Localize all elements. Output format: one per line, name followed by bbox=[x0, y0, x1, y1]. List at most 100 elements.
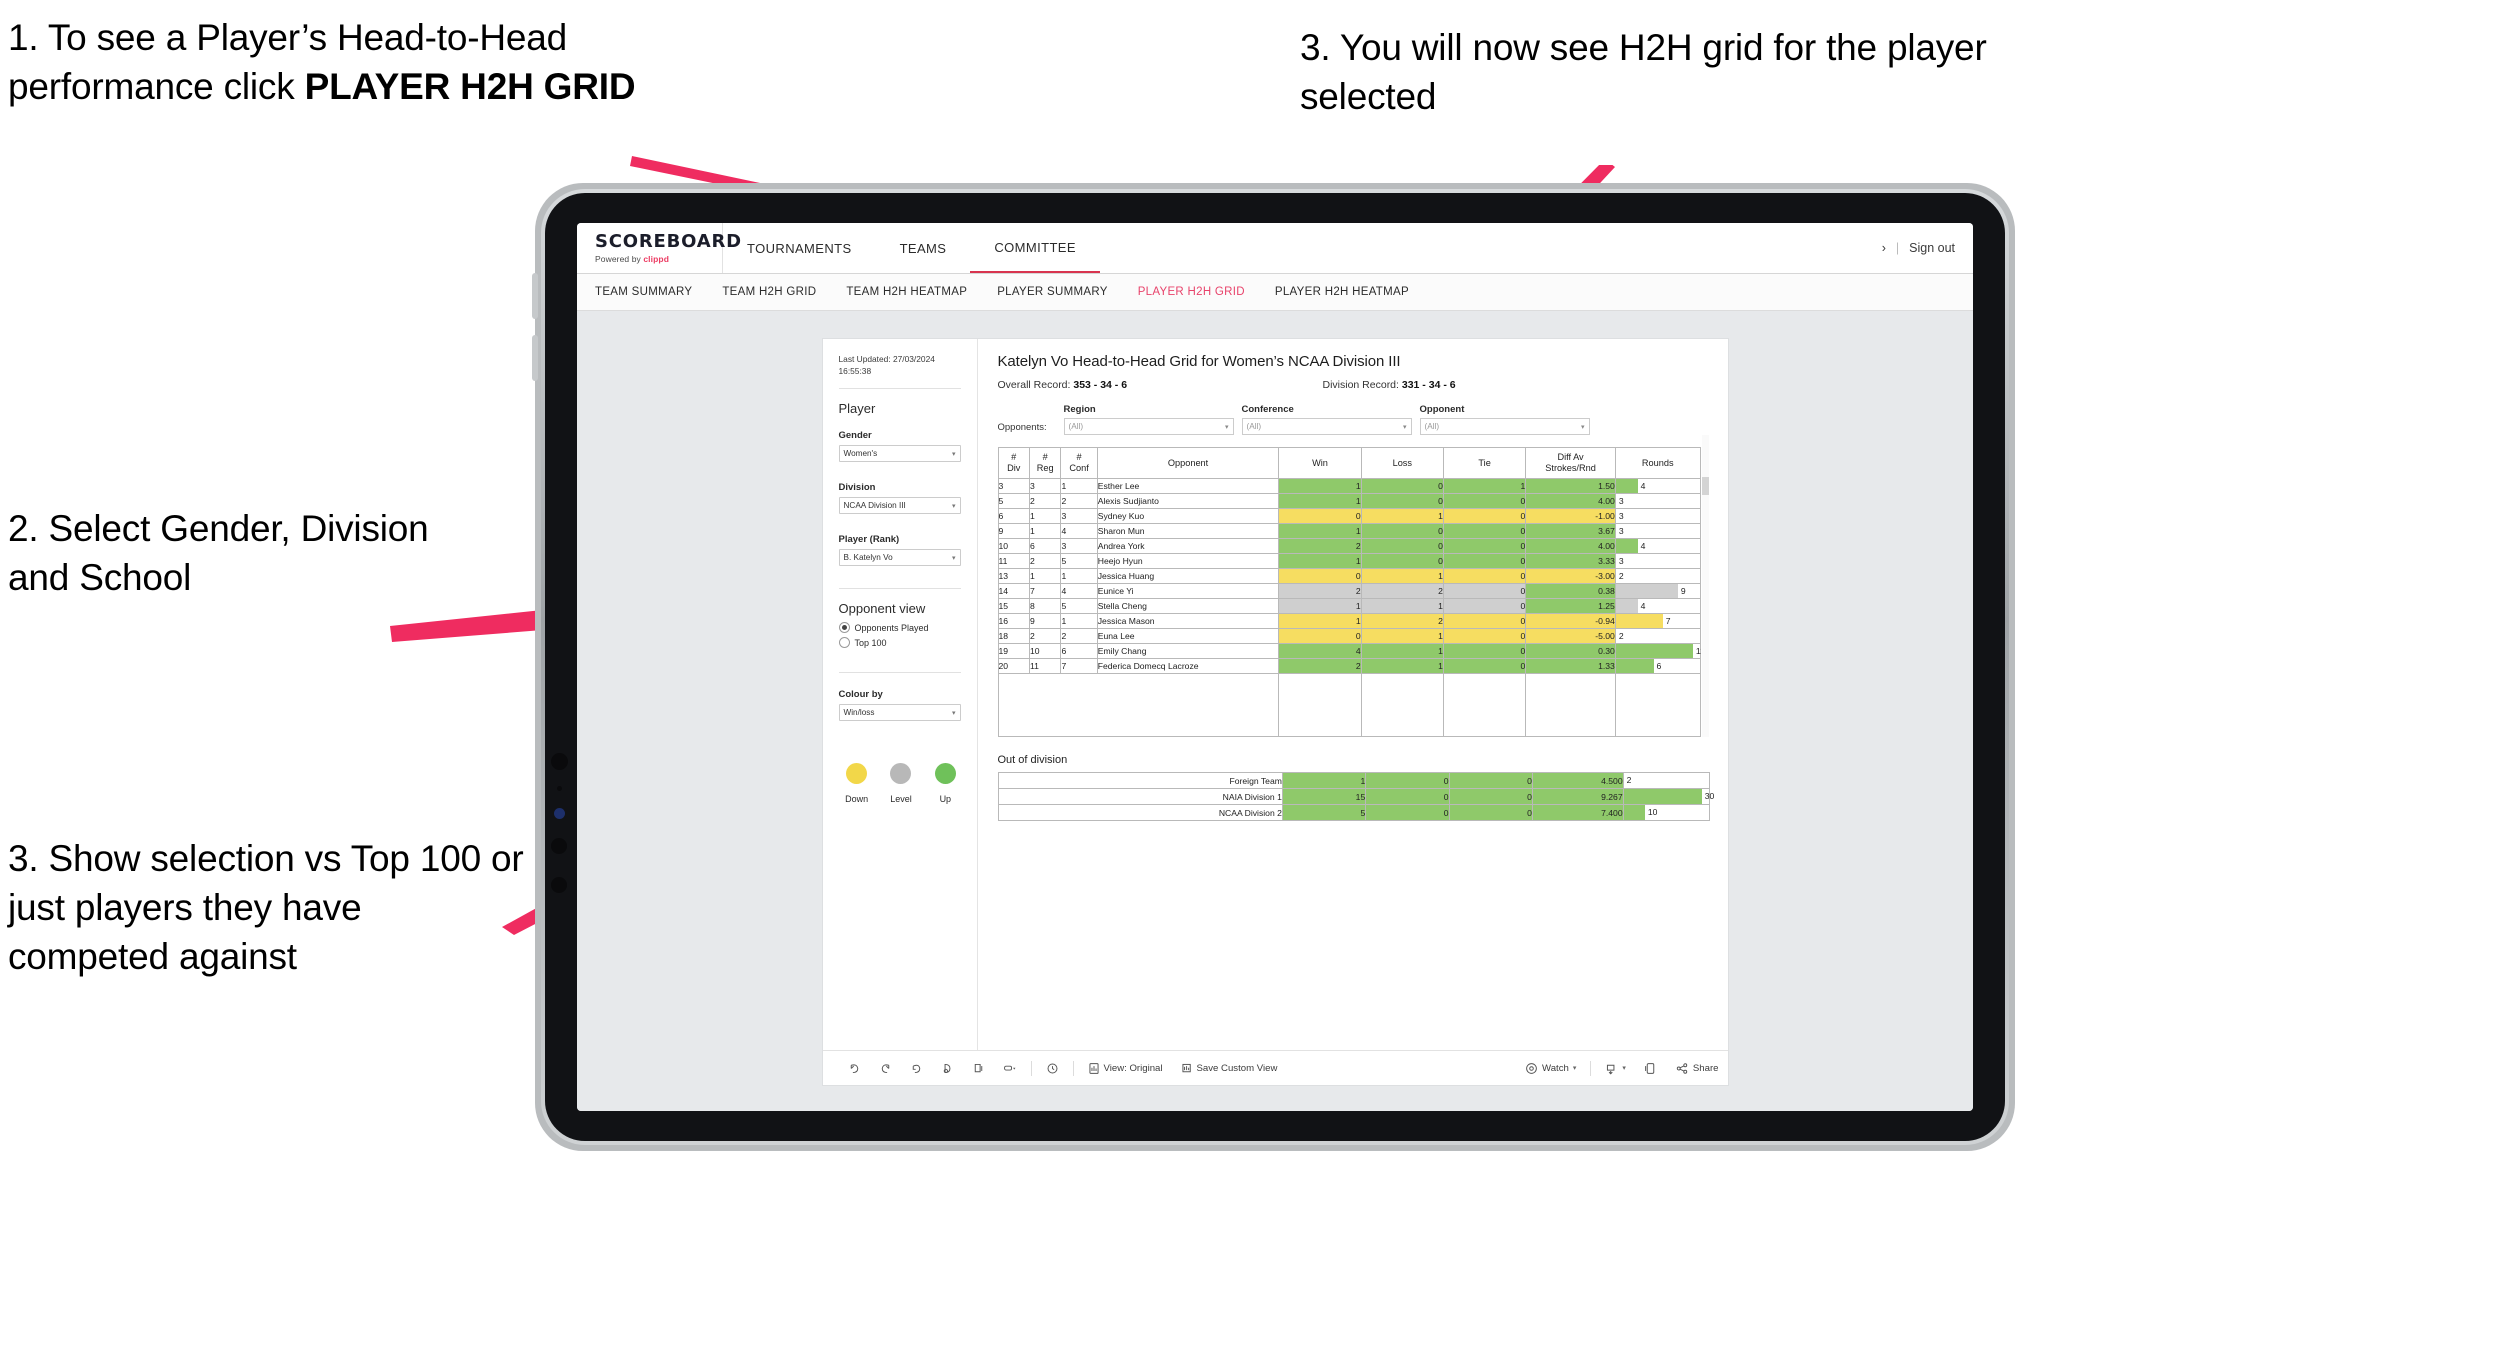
out-of-division-row[interactable]: Foreign Team 1 0 0 4.500 2 bbox=[997, 772, 1710, 789]
radio-unselected-icon bbox=[838, 637, 850, 649]
table-row[interactable]: 13 1 1 Jessica Huang 0 1 0 -3.00 2 bbox=[997, 568, 1701, 584]
table-row[interactable]: 11 2 5 Heejo Hyun 1 0 0 3.33 3 bbox=[997, 553, 1701, 569]
table-row[interactable]: 10 6 3 Andrea York 2 0 0 4.00 4 bbox=[997, 538, 1701, 554]
device-icon bbox=[1645, 1062, 1655, 1074]
cell-win: 1 bbox=[1278, 478, 1362, 494]
table-row[interactable]: 5 2 2 Alexis Sudjianto 1 0 0 4.00 3 bbox=[997, 493, 1701, 509]
cell-loss: 1 bbox=[1360, 628, 1444, 644]
table-scrollbar[interactable] bbox=[1700, 435, 1710, 737]
table-row[interactable]: 6 1 3 Sydney Kuo 0 1 0 -1.00 3 bbox=[997, 508, 1701, 524]
cell-ood-loss: 0 bbox=[1365, 772, 1450, 789]
cell-conf: 4 bbox=[1060, 583, 1098, 599]
opponents-label: Opponents: bbox=[997, 422, 1047, 433]
pause-updates-icon bbox=[974, 1063, 982, 1072]
division-label: Division bbox=[838, 482, 876, 494]
opponent-select[interactable]: (All) ▾ bbox=[1419, 418, 1590, 435]
conference-label: Conference bbox=[1241, 404, 1294, 415]
toolbar-download[interactable]: ▾ bbox=[1596, 1062, 1635, 1075]
nav-teams[interactable]: TEAMS bbox=[876, 223, 971, 273]
table-row[interactable]: 18 2 2 Euna Lee 0 1 0 -5.00 2 bbox=[997, 628, 1701, 644]
scrollbar-thumb[interactable] bbox=[1701, 477, 1709, 495]
account-chevron-icon[interactable]: › bbox=[1882, 241, 1886, 255]
cell-diff: 1.25 bbox=[1525, 598, 1616, 614]
table-row[interactable]: 19106Emily Chang4100.3011 bbox=[997, 643, 1705, 659]
subnav-player-h2h-grid[interactable]: PLAYER H2H GRID bbox=[1138, 286, 1245, 298]
col-div: # Div bbox=[997, 447, 1030, 479]
sign-out-link[interactable]: Sign out bbox=[1909, 241, 1955, 255]
gender-select[interactable]: Women's ▾ bbox=[838, 445, 961, 463]
chevron-down-icon: ▾ bbox=[951, 554, 956, 562]
cell-diff: 4.00 bbox=[1525, 493, 1616, 509]
save-view-icon bbox=[1181, 1063, 1191, 1072]
colour-by-label: Colour by bbox=[838, 689, 883, 701]
out-of-division-row[interactable]: NAIA Division 1 15 0 0 9.267 30 bbox=[997, 788, 1714, 805]
toolbar-watch[interactable]: Watch ▾ bbox=[1516, 1062, 1585, 1075]
table-row[interactable]: 14 7 4 Eunice Yi 2 2 0 0.38 9 bbox=[997, 583, 1701, 599]
table-row[interactable]: 20 11 7 Federica Domecq Lacroze 2 1 0 1.33 6 bbox=[997, 658, 1701, 674]
cell-win: 0 bbox=[1278, 508, 1362, 524]
cell-conf: 3 bbox=[1060, 538, 1098, 554]
cell-diff: 1.33 bbox=[1525, 658, 1616, 674]
toolbar-undo[interactable] bbox=[839, 1062, 870, 1075]
region-select[interactable]: (All) ▾ bbox=[1063, 418, 1234, 435]
cell-conf: 7 bbox=[1060, 658, 1098, 674]
cell-reg: 8 bbox=[1028, 598, 1062, 614]
table-row[interactable]: 16 9 1 Jessica Mason 1 2 0 -0.94 7 bbox=[997, 613, 1701, 629]
account-area: › | Sign out bbox=[1882, 241, 1973, 255]
toolbar-pause-updates[interactable] bbox=[963, 1062, 994, 1075]
alert-clock-icon bbox=[1047, 1063, 1057, 1073]
subnav-team-summary[interactable]: TEAM SUMMARY bbox=[595, 286, 692, 298]
col-rounds: Rounds bbox=[1614, 447, 1701, 479]
view-title: Katelyn Vo Head-to-Head Grid for Women’s… bbox=[997, 353, 1401, 370]
toolbar-fullscreen[interactable] bbox=[1635, 1062, 1666, 1075]
legend-swatch-up bbox=[934, 763, 956, 785]
nav-committee[interactable]: COMMITTEE bbox=[970, 223, 1100, 273]
toolbar-share-label: Share bbox=[1692, 1062, 1719, 1074]
toolbar-alerts[interactable] bbox=[1037, 1062, 1068, 1075]
brand-logo[interactable]: SCOREBOARD Powered by clippd bbox=[577, 223, 741, 273]
radio-selected-icon bbox=[838, 622, 850, 634]
cell-conf: 1 bbox=[1060, 478, 1098, 494]
cell-conf: 5 bbox=[1060, 553, 1098, 569]
cell-opponent: Federica Domecq Lacroze bbox=[1096, 658, 1280, 674]
cell-ood-tie: 0 bbox=[1448, 772, 1533, 789]
toolbar-share[interactable]: Share bbox=[1666, 1062, 1728, 1075]
cell-loss: 2 bbox=[1360, 583, 1444, 599]
sidebar-divider-1 bbox=[838, 388, 961, 390]
toolbar-redo[interactable] bbox=[870, 1062, 901, 1075]
cell-win: 1 bbox=[1278, 553, 1362, 569]
account-separator: | bbox=[1895, 241, 1900, 255]
dashboard-canvas: Last Updated: 27/03/2024 16:55:38 Player… bbox=[577, 311, 1973, 1111]
cell-ood-rounds: 2 bbox=[1622, 772, 1710, 789]
cell-div: 14 bbox=[997, 583, 1030, 599]
subnav-player-h2h-heatmap[interactable]: PLAYER H2H HEATMAP bbox=[1275, 286, 1409, 298]
nav-tournaments[interactable]: TOURNAMENTS bbox=[723, 223, 876, 273]
division-select[interactable]: NCAA Division III ▾ bbox=[838, 497, 961, 515]
cell-ood-name: Foreign Team bbox=[997, 772, 1283, 789]
table-row[interactable]: 3 3 1 Esther Lee 1 0 1 1.50 4 bbox=[997, 478, 1701, 494]
last-updated-time: 16:55:38 bbox=[838, 366, 872, 377]
toolbar-view-mode[interactable] bbox=[994, 1062, 1026, 1075]
division-value: NCAA Division III bbox=[843, 501, 906, 511]
cell-loss: 1 bbox=[1360, 568, 1444, 584]
cell-opponent: Sydney Kuo bbox=[1096, 508, 1280, 524]
subnav-team-h2h-heatmap[interactable]: TEAM H2H HEATMAP bbox=[846, 286, 967, 298]
toolbar-view-original[interactable]: View: Original bbox=[1079, 1062, 1172, 1075]
cell-win: 0 bbox=[1278, 568, 1362, 584]
cell-ood-diff: 4.500 bbox=[1531, 772, 1624, 789]
cell-opponent: Heejo Hyun bbox=[1096, 553, 1280, 569]
table-row[interactable]: 9 1 4 Sharon Mun 1 0 0 3.67 3 bbox=[997, 523, 1701, 539]
player-rank-select[interactable]: B. Katelyn Vo ▾ bbox=[838, 549, 961, 567]
radio-top-100[interactable]: Top 100 bbox=[838, 637, 961, 649]
toolbar-refresh[interactable] bbox=[932, 1062, 963, 1075]
radio-opponents-played[interactable]: Opponents Played bbox=[838, 622, 961, 634]
cell-ood-win: 1 bbox=[1281, 772, 1367, 789]
table-row[interactable]: 15 8 5 Stella Cheng 1 1 0 1.25 4 bbox=[997, 598, 1701, 614]
subnav-player-summary[interactable]: PLAYER SUMMARY bbox=[997, 286, 1108, 298]
subnav-team-h2h-grid[interactable]: TEAM H2H GRID bbox=[722, 286, 816, 298]
out-of-division-row[interactable]: NCAA Division 2 5 0 0 7.400 10 bbox=[997, 804, 1710, 821]
toolbar-revert[interactable] bbox=[901, 1062, 932, 1075]
toolbar-save-custom-view[interactable]: Save Custom View bbox=[1172, 1062, 1287, 1075]
colour-by-select[interactable]: Win/loss ▾ bbox=[838, 704, 961, 722]
conference-select[interactable]: (All) ▾ bbox=[1241, 418, 1412, 435]
